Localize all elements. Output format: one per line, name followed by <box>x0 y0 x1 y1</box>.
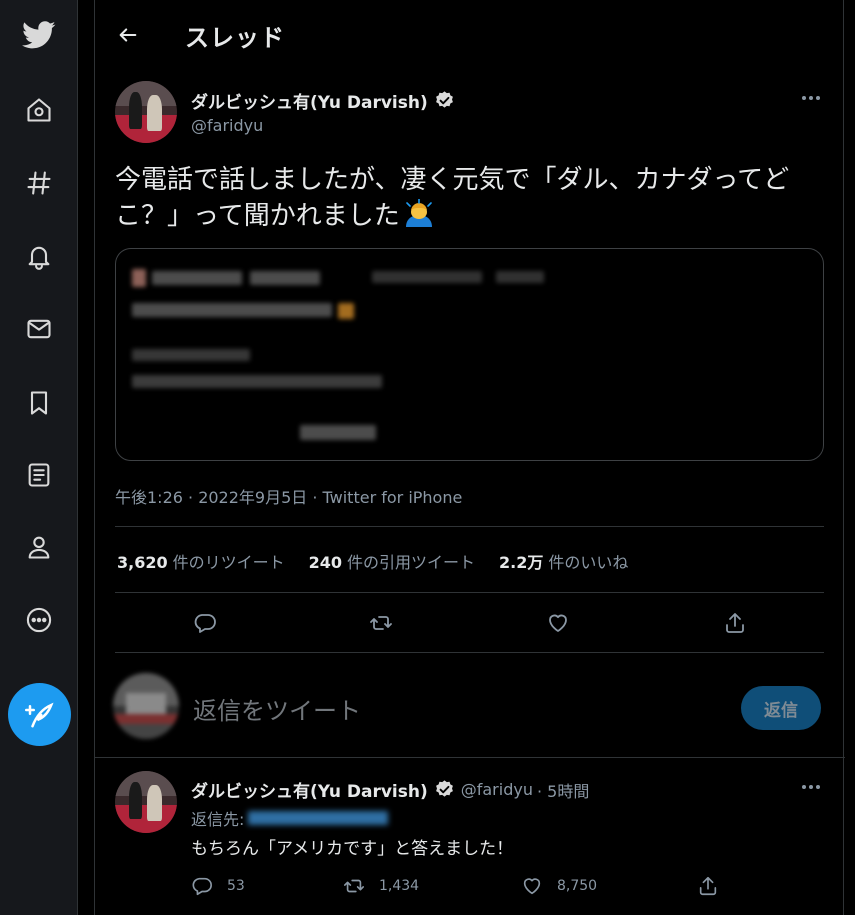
quoted-line-3 <box>132 375 382 388</box>
quotes-count: 240 <box>308 553 343 572</box>
retweets-count: 3,620 <box>117 553 168 572</box>
profile-icon[interactable] <box>18 526 60 568</box>
divider <box>115 592 824 593</box>
tweet-stats: 3,620 件のリツイート 240 件の引用ツイート 2.2万 件のいいね <box>117 549 652 573</box>
reply-bubble-icon <box>192 877 212 896</box>
back-arrow-icon <box>119 28 137 42</box>
share-icon <box>726 613 744 633</box>
compose-tweet-button[interactable] <box>8 683 71 746</box>
quoted-line-2 <box>132 349 250 361</box>
reply-author-handle[interactable]: @faridyu <box>461 780 533 799</box>
reply-author-avatar[interactable] <box>115 771 177 833</box>
reply-input[interactable]: 返信をツイート <box>193 691 361 726</box>
compose-tweet-icon <box>24 702 54 727</box>
author-display-name[interactable]: ダルビッシュ有(Yu Darvish) <box>191 88 428 113</box>
reply-more-options-icon[interactable] <box>796 777 826 797</box>
quoted-tweet-card[interactable] <box>115 248 824 461</box>
retweets-stat[interactable]: 3,620 件のリツイート <box>117 549 285 573</box>
likes-stat[interactable]: 2.2万 件のいいね <box>499 549 628 573</box>
back-button[interactable] <box>113 20 143 50</box>
lists-icon[interactable] <box>18 454 60 496</box>
retweet-count: 1,434 <box>379 878 420 894</box>
author-name-row[interactable]: ダルビッシュ有(Yu Darvish) <box>191 88 455 113</box>
quoted-line-1 <box>132 303 332 317</box>
reply-tweet-text: もちろん「アメリカです」と答えました！ <box>191 839 514 859</box>
retweets-label: 件のリツイート <box>172 553 285 572</box>
quoted-name <box>152 271 242 285</box>
quoted-meta <box>372 271 482 283</box>
verified-badge-icon <box>435 780 453 797</box>
author-handle[interactable]: @faridyu <box>191 116 263 135</box>
reply-button[interactable]: 返信 <box>741 686 821 730</box>
quoted-emoji <box>338 303 354 319</box>
quoted-time <box>496 271 544 283</box>
likes-label: 件のいいね <box>548 553 629 572</box>
page-title: スレッド <box>185 24 285 52</box>
quotes-label: 件の引用ツイート <box>347 553 476 572</box>
quoted-line-4 <box>300 425 376 440</box>
retweet-action-button[interactable] <box>366 608 396 638</box>
reply-bubble-icon <box>194 614 216 633</box>
share-action-button[interactable] <box>720 608 750 638</box>
messages-envelope-icon[interactable] <box>18 308 60 350</box>
reply-composer: 返信をツイート 返信 <box>95 655 845 758</box>
tweet-text-content: 今電話で話しましたが、凄く元気で「ダル、カナダってどこ？」って聞かれました <box>115 165 790 231</box>
tweet-timestamp[interactable]: 午後1:26 · 2022年9月5日 · Twitter for iPhone <box>115 484 462 508</box>
retweet-icon <box>344 879 364 893</box>
person-bowing-emoji-icon <box>405 199 432 227</box>
quoted-avatar <box>132 269 146 287</box>
bookmarks-icon[interactable] <box>18 382 60 424</box>
author-avatar[interactable] <box>115 81 177 143</box>
verified-badge-icon <box>435 91 453 108</box>
reply-to-line: 返信先: <box>191 806 389 830</box>
current-user-avatar[interactable] <box>113 673 179 739</box>
sidebar-nav <box>0 0 78 915</box>
quoted-handle <box>250 271 320 285</box>
home-icon[interactable] <box>18 89 60 131</box>
retweet-icon <box>370 616 392 630</box>
reply-action-button[interactable] <box>190 608 220 638</box>
reply-share-button[interactable] <box>697 875 733 897</box>
more-circle-icon[interactable] <box>18 599 60 641</box>
divider <box>115 652 824 653</box>
tweet-more-options-icon[interactable] <box>796 88 826 108</box>
reply-like-button[interactable]: 8,750 <box>521 875 597 897</box>
quotes-stat[interactable]: 240 件の引用ツイート <box>309 549 475 573</box>
reply-tweet[interactable]: ダルビッシュ有(Yu Darvish) @faridyu · 5時間 返信先: … <box>95 759 845 915</box>
heart-icon <box>549 614 567 632</box>
reply-retweet-button[interactable]: 1,434 <box>343 875 419 897</box>
reply-author-row: ダルビッシュ有(Yu Darvish) @faridyu · 5時間 <box>191 777 589 802</box>
likes-count: 2.2万 <box>499 553 544 572</box>
tweet-actions <box>95 608 845 638</box>
thread-column: スレッド ダルビッシュ有(Yu Darvish) @faridyu 今電話で話し… <box>94 0 845 915</box>
divider <box>115 526 824 527</box>
notifications-bell-icon[interactable] <box>18 235 60 277</box>
reply-tweet-actions: 53 1,434 8,750 <box>191 875 751 899</box>
reply-reply-button[interactable]: 53 <box>191 875 245 897</box>
reply-count: 53 <box>227 878 245 894</box>
share-icon <box>699 876 717 896</box>
reply-author-display-name[interactable]: ダルビッシュ有(Yu Darvish) <box>191 777 428 802</box>
reply-to-label: 返信先: <box>191 810 245 829</box>
twitter-bird-icon[interactable] <box>18 14 60 56</box>
tweet-text: 今電話で話しましたが、凄く元気で「ダル、カナダってどこ？」って聞かれました <box>115 162 815 234</box>
explore-hashtag-icon[interactable] <box>18 162 60 204</box>
reply-time[interactable]: · 5時間 <box>537 778 589 802</box>
like-count: 8,750 <box>557 878 598 894</box>
thread-header: スレッド <box>95 0 845 68</box>
reply-to-link[interactable] <box>248 811 389 825</box>
like-action-button[interactable] <box>543 608 573 638</box>
heart-icon <box>523 878 541 895</box>
